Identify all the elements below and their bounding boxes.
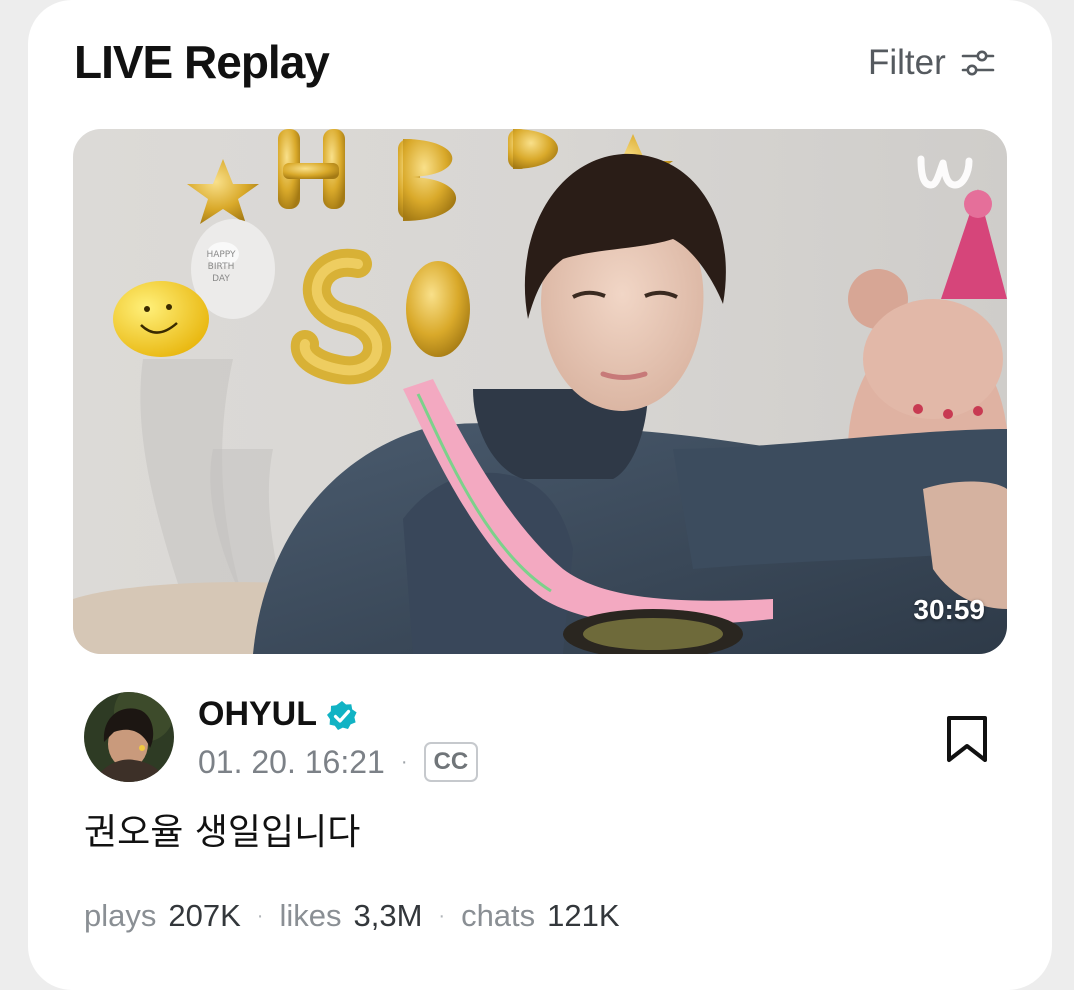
avatar[interactable] — [84, 692, 174, 782]
bookmark-icon[interactable] — [944, 714, 990, 764]
video-stats: plays 207K · likes 3,3M · chats 121K — [84, 893, 620, 939]
stats-separator: · — [256, 905, 264, 927]
video-thumbnail-image: HAPPY BIRTH DAY — [73, 129, 1007, 654]
plays-label: plays — [84, 898, 157, 933]
video-thumbnail[interactable]: HAPPY BIRTH DAY 30:59 — [73, 129, 1007, 654]
likes-value: 3,3M — [353, 898, 423, 933]
avatar-image — [84, 692, 174, 782]
verified-badge-icon — [327, 701, 357, 730]
likes-label: likes — [279, 898, 342, 933]
live-replay-card: LIVE Replay Filter HAPPY BIRTH DAY 30:59… — [28, 0, 1052, 990]
video-date: 01. 20. 16:21 — [198, 743, 385, 780]
section-title: LIVE Replay — [74, 36, 330, 88]
filter-button[interactable]: Filter — [868, 40, 996, 86]
svg-text:HAPPY: HAPPY — [206, 250, 236, 260]
chats-label: chats — [461, 898, 536, 933]
video-meta: 01. 20. 16:21 · CC — [198, 740, 479, 784]
video-duration: 30:59 — [913, 594, 985, 625]
filter-label: Filter — [868, 43, 946, 82]
cc-badge: CC — [423, 742, 479, 782]
sliders-icon — [961, 50, 995, 76]
weverse-logo-icon — [917, 155, 973, 189]
stats-separator: · — [438, 905, 446, 927]
channel-name[interactable]: OHYUL — [198, 692, 317, 736]
svg-text:BIRTH: BIRTH — [208, 262, 235, 272]
svg-text:DAY: DAY — [212, 274, 230, 284]
video-title[interactable]: 권오율 생일입니다 — [84, 808, 360, 858]
chats-value: 121K — [547, 898, 620, 933]
plays-value: 207K — [168, 898, 241, 933]
meta-separator: · — [400, 750, 408, 773]
